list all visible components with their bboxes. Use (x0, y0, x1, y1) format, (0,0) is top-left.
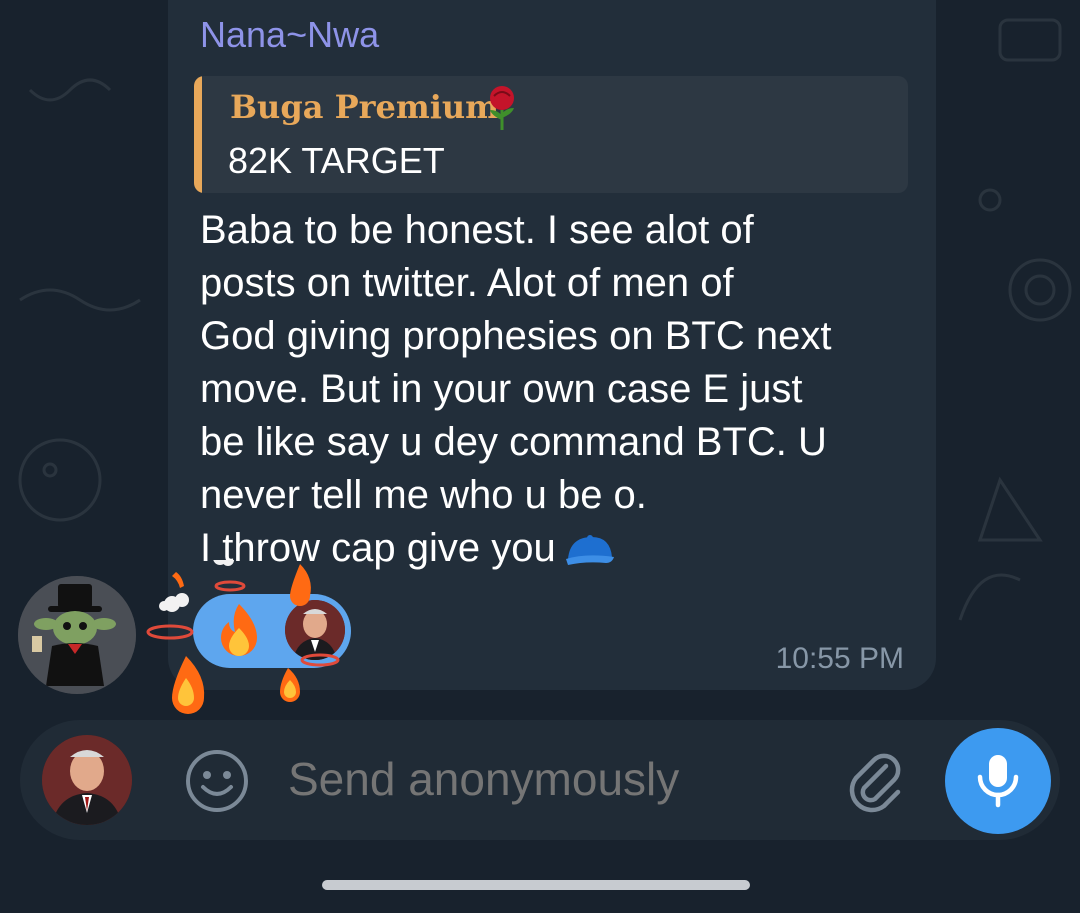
sender-avatar[interactable] (18, 576, 136, 694)
reply-quote[interactable]: Buga Premium 82K TARGET (194, 76, 908, 193)
emoji-icon[interactable] (184, 748, 250, 814)
message-input-bar (20, 720, 1060, 840)
cap-icon (565, 535, 614, 566)
send-as-avatar[interactable] (42, 735, 132, 825)
message-timestamp: 10:55 PM (775, 642, 904, 675)
message-line: Baba to be honest. I see alot of (200, 208, 754, 252)
microphone-icon (977, 755, 1019, 808)
reply-accent-bar (194, 76, 202, 193)
reply-text: 82K TARGET (228, 140, 445, 181)
message-line: move. But in your own case E just (200, 367, 803, 411)
rose-icon (490, 86, 514, 130)
message-line: God giving prophesies on BTC next (200, 314, 832, 358)
send-as-photo (42, 735, 132, 825)
message-input[interactable] (288, 752, 808, 806)
message-line: be like say u dey command BTC. U (200, 420, 827, 464)
tuxedo-character-image (18, 576, 136, 694)
message-line: never tell me who u be o. (200, 473, 647, 517)
reaction-effect-animation (146, 560, 340, 714)
message-line: posts on twitter. Alot of men of (200, 261, 734, 305)
sender-name[interactable]: Nana~Nwa (200, 14, 379, 56)
reply-author: Buga Premium (230, 88, 499, 126)
home-indicator[interactable] (322, 880, 750, 890)
message-text: Baba to be honest. I see alot of posts o… (200, 204, 920, 575)
paperclip-icon[interactable] (842, 748, 908, 814)
microphone-button[interactable] (945, 728, 1051, 834)
